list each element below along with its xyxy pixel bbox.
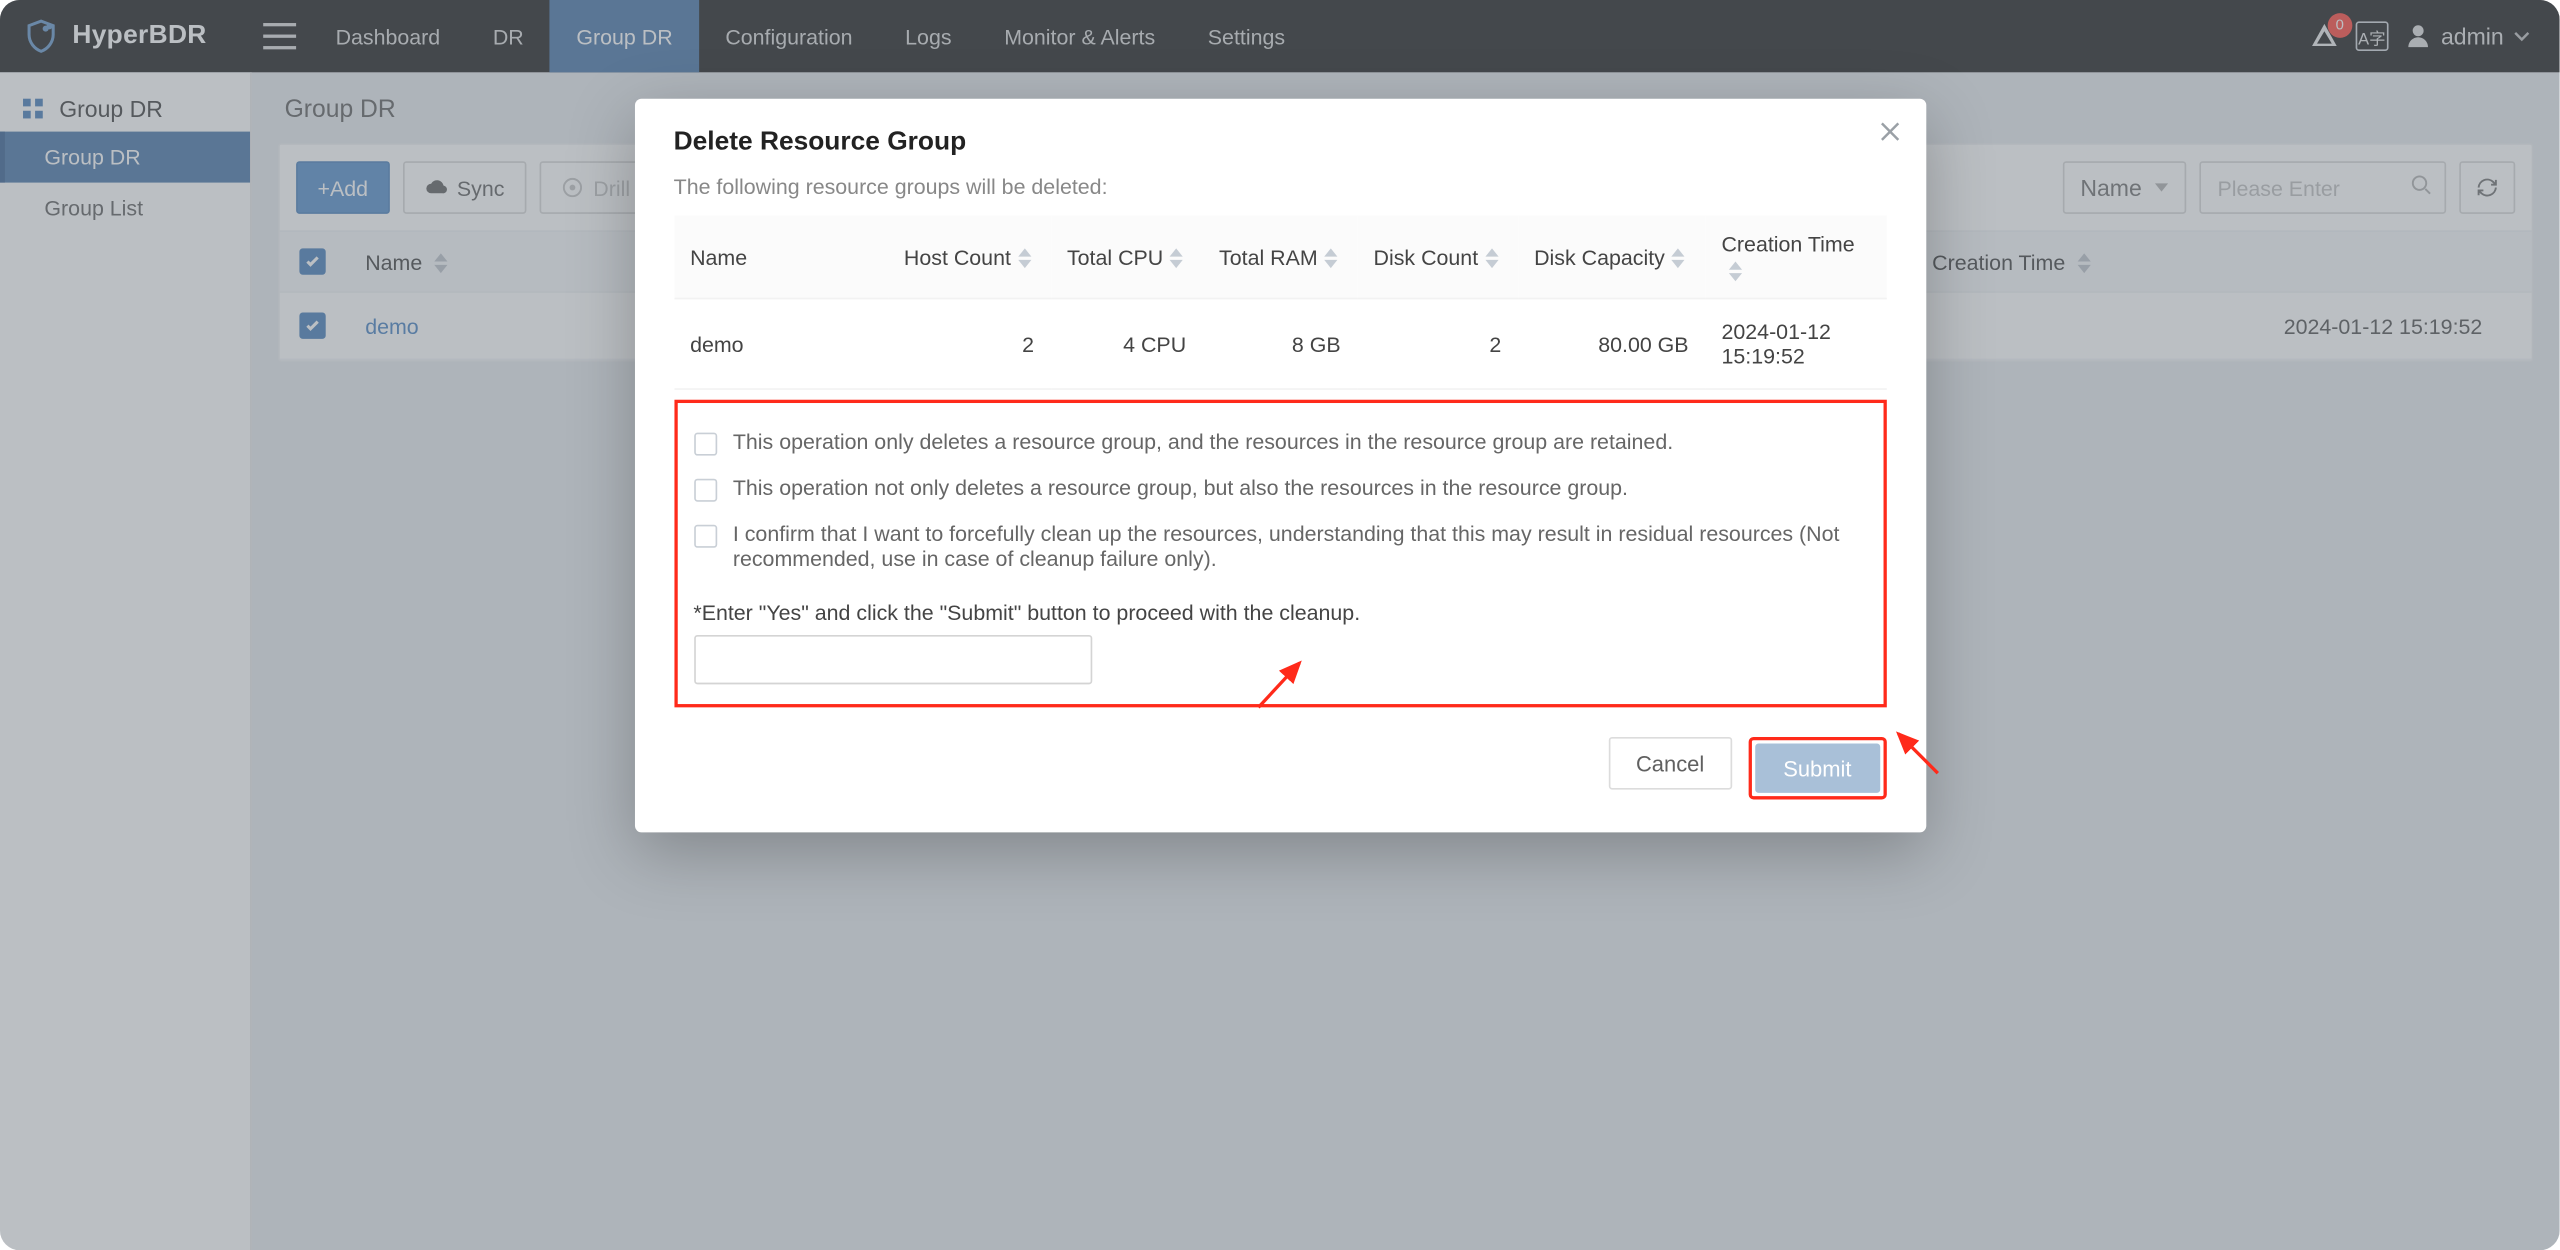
sort-icon[interactable]	[1671, 248, 1684, 268]
sort-icon[interactable]	[1728, 261, 1741, 281]
app-frame: HyperBDR Dashboard DR Group DR Configura…	[0, 0, 2560, 1250]
dialog-table: Name Host Count Total CPU Total RAM Disk…	[674, 215, 1886, 389]
mrow-name: demo	[690, 331, 744, 356]
option-text: This operation not only deletes a resour…	[733, 475, 1628, 500]
submit-button[interactable]: Submit	[1755, 744, 1879, 793]
sort-icon[interactable]	[1485, 248, 1498, 268]
mrow-creation-time: 2024-01-12 15:19:52	[1721, 319, 1830, 368]
mrow-disk-count: 2	[1489, 331, 1501, 356]
confirm-input[interactable]	[693, 635, 1091, 684]
mcol-disk-capacity[interactable]: Disk Capacity	[1534, 244, 1665, 269]
checkbox-icon[interactable]	[693, 525, 716, 548]
options-highlight-box: This operation only deletes a resource g…	[674, 400, 1886, 708]
option-delete-resources[interactable]: This operation not only deletes a resour…	[693, 466, 1866, 512]
dialog-row: demo 2 4 CPU 8 GB 2 80.00 GB 2024-01-12 …	[674, 299, 1886, 389]
option-text: I confirm that I want to forcefully clea…	[733, 521, 1866, 570]
mcol-disk-count[interactable]: Disk Count	[1374, 244, 1479, 269]
dialog-title: Delete Resource Group	[674, 128, 1886, 158]
checkbox-icon[interactable]	[693, 479, 716, 502]
mcol-host-count[interactable]: Host Count	[904, 244, 1011, 269]
mcol-total-cpu[interactable]: Total CPU	[1067, 244, 1163, 269]
mrow-disk-capacity: 80.00 GB	[1598, 331, 1688, 356]
sort-icon[interactable]	[1018, 248, 1031, 268]
mcol-name: Name	[690, 244, 747, 269]
cancel-button[interactable]: Cancel	[1608, 737, 1732, 790]
close-icon	[1876, 118, 1902, 144]
mrow-total-ram: 8 GB	[1292, 331, 1341, 356]
mrow-total-cpu: 4 CPU	[1123, 331, 1186, 356]
mrow-host-count: 2	[1022, 331, 1034, 356]
dialog-subtitle: The following resource groups will be de…	[674, 174, 1886, 199]
mcol-creation-time[interactable]: Creation Time	[1721, 232, 1854, 257]
option-text: This operation only deletes a resource g…	[733, 429, 1673, 454]
sort-icon[interactable]	[1324, 248, 1337, 268]
dialog-actions: Cancel Submit	[674, 737, 1886, 800]
confirm-hint: *Enter "Yes" and click the "Submit" butt…	[693, 600, 1866, 625]
mcol-total-ram[interactable]: Total RAM	[1219, 244, 1318, 269]
sort-icon[interactable]	[1170, 248, 1183, 268]
modal-overlay: Delete Resource Group The following reso…	[0, 0, 2560, 1250]
option-keep-resources[interactable]: This operation only deletes a resource g…	[693, 419, 1866, 465]
close-button[interactable]	[1876, 118, 1902, 149]
checkbox-icon[interactable]	[693, 433, 716, 456]
option-force-cleanup[interactable]: I confirm that I want to forcefully clea…	[693, 512, 1866, 581]
delete-resource-group-dialog: Delete Resource Group The following reso…	[634, 99, 1925, 833]
submit-highlight-box: Submit	[1749, 737, 1886, 800]
